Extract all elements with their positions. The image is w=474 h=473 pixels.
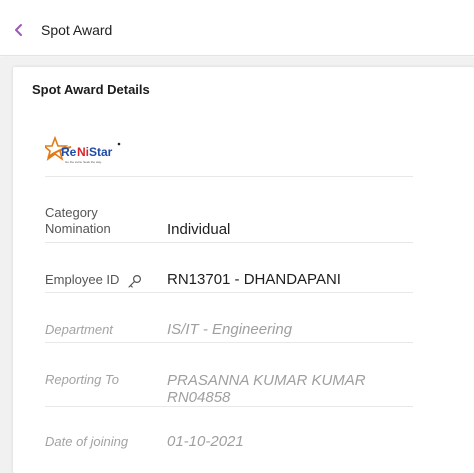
key-icon: [128, 274, 142, 288]
renistar-logo-image: Re Ni Star Go the extra. Seek the way.: [41, 135, 121, 164]
page-title: Spot Award: [41, 22, 113, 38]
category-label-line2: Nomination: [45, 221, 111, 236]
divider: [45, 406, 413, 407]
reporting-to-label: Reporting To: [45, 372, 119, 387]
department-label: Department: [45, 322, 113, 337]
svg-text:Ni: Ni: [77, 145, 89, 159]
reporting-to-name: PRASANNA KUMAR KUMAR: [167, 372, 366, 389]
screen: Spot Award Spot Award Details Re Ni Star…: [0, 0, 474, 473]
svg-text:Star: Star: [89, 145, 113, 159]
svg-text:Re: Re: [61, 145, 77, 159]
divider: [45, 342, 413, 343]
reporting-to-value: PRASANNA KUMAR KUMAR RN04858: [167, 372, 366, 406]
card-title: Spot Award Details: [32, 82, 150, 97]
divider: [45, 242, 413, 243]
chevron-left-icon: [15, 24, 22, 36]
category-nomination-label: Category Nomination: [45, 205, 111, 237]
spot-award-details-card: Spot Award Details Re Ni Star Go the ext…: [13, 67, 474, 473]
category-nomination-value: Individual: [167, 221, 231, 238]
back-button[interactable]: [6, 13, 32, 47]
date-of-joining-label: Date of joining: [45, 434, 129, 449]
renistar-logo: Re Ni Star Go the extra. Seek the way.: [41, 133, 135, 173]
divider: [45, 292, 413, 293]
category-label-line1: Category: [45, 205, 98, 220]
divider: [45, 176, 413, 177]
employee-id-label-text: Employee ID: [45, 272, 120, 287]
reporting-to-id: RN04858: [167, 389, 231, 406]
svg-text:Go the extra. Seek the way.: Go the extra. Seek the way.: [65, 160, 102, 164]
department-value: IS/IT - Engineering: [167, 321, 293, 338]
date-of-joining-value: 01-10-2021: [167, 433, 244, 450]
employee-id-value: RN13701 - DHANDAPANI: [167, 271, 341, 288]
employee-id-label: Employee ID: [45, 272, 142, 288]
app-header: Spot Award: [0, 3, 474, 56]
